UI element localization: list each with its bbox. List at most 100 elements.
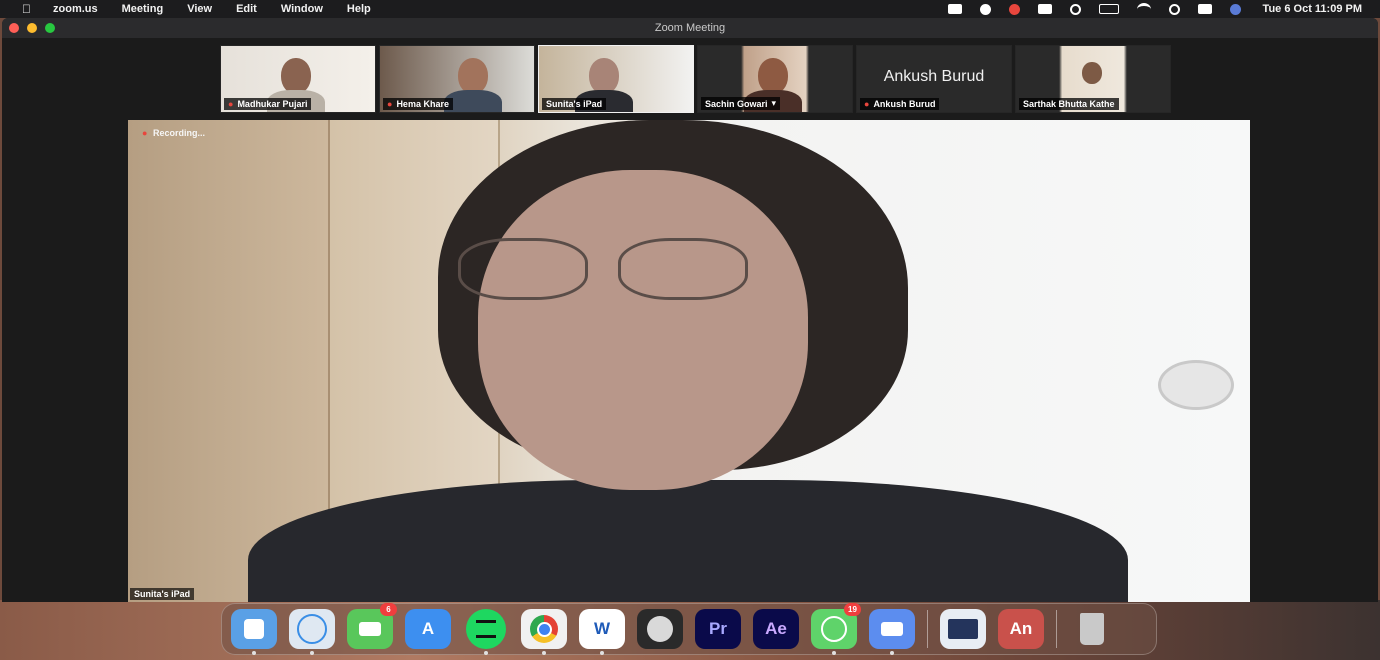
running-indicator xyxy=(542,651,546,655)
menu-help[interactable]: Help xyxy=(347,3,371,15)
control-center-icon[interactable] xyxy=(1197,4,1212,14)
disk-icon xyxy=(647,616,673,642)
control-icon[interactable] xyxy=(1069,3,1081,15)
dock-preview-icon[interactable] xyxy=(940,609,986,649)
recording-dot-icon: ● xyxy=(142,128,148,138)
finder-face-icon xyxy=(244,619,264,639)
zoom-camera-icon xyxy=(881,622,903,636)
muted-mic-icon: ● xyxy=(228,99,234,109)
dock-trash-icon[interactable] xyxy=(1069,609,1115,649)
participant-nameplate: ● Madhukar Pujari xyxy=(224,98,312,110)
running-indicator xyxy=(890,651,894,655)
dock-after-effects-icon[interactable]: Ae xyxy=(753,609,799,649)
wifi-icon[interactable] xyxy=(1136,2,1151,16)
battery-icon[interactable] xyxy=(1098,4,1119,14)
participant-nameplate: Sunita's iPad xyxy=(542,98,607,110)
trash-can-icon xyxy=(1080,613,1104,645)
chrome-center-icon xyxy=(536,621,552,637)
participant-nameplate: ● Hema Khare xyxy=(383,98,453,110)
participant-options-icon[interactable]: ▾ xyxy=(772,98,777,109)
participant-video xyxy=(589,58,619,94)
participant-video xyxy=(458,58,488,94)
dock-acrobat-icon[interactable]: An xyxy=(998,609,1044,649)
participant-video xyxy=(1082,62,1102,84)
dock-spotify-icon[interactable] xyxy=(466,609,506,655)
compass-icon xyxy=(297,614,327,644)
menu-app-name[interactable]: zoom.us xyxy=(53,3,98,15)
menu-window[interactable]: Window xyxy=(281,3,323,15)
word-glyph: W xyxy=(593,619,611,638)
glasses-lens xyxy=(458,238,588,300)
video-camera-icon xyxy=(359,622,381,636)
premiere-glyph: Pr xyxy=(709,619,727,638)
running-indicator xyxy=(600,651,604,655)
dock-word-icon[interactable]: W xyxy=(579,609,625,655)
zoom-meeting-window: Zoom Meeting ● Madhukar Pujari ● Hema Kh… xyxy=(2,18,1378,602)
participant-name: Madhukar Pujari xyxy=(237,99,308,109)
speaker-glasses xyxy=(458,238,778,300)
participant-nameplate: ● Ankush Burud xyxy=(860,98,940,110)
participant-tile-madhukar[interactable]: ● Madhukar Pujari xyxy=(220,45,376,113)
participant-tile-sachin[interactable]: Sachin Gowari ▾ xyxy=(697,45,853,113)
menu-meeting[interactable]: Meeting xyxy=(122,3,164,15)
record-icon[interactable] xyxy=(1008,3,1020,15)
menu-clock[interactable]: Tue 6 Oct 11:09 PM xyxy=(1263,3,1362,15)
running-indicator xyxy=(252,651,256,655)
dock-chrome-icon[interactable] xyxy=(521,609,567,655)
dock-finder-icon[interactable] xyxy=(231,609,277,655)
fullscreen-window-button[interactable] xyxy=(45,23,55,33)
participant-video xyxy=(758,58,788,94)
zoom-status-icon[interactable] xyxy=(947,4,962,14)
dock-app-store-icon[interactable]: A xyxy=(405,609,451,649)
search-icon[interactable] xyxy=(1168,3,1180,15)
chat-icon[interactable] xyxy=(1037,4,1052,14)
running-indicator xyxy=(832,651,836,655)
recording-indicator[interactable]: ● Recording... xyxy=(142,128,205,138)
participant-tile-sarthak[interactable]: Sarthak Bhutta Kathe xyxy=(1015,45,1171,113)
app-store-glyph: A xyxy=(421,619,435,638)
dock-whatsapp-icon[interactable]: 19 xyxy=(811,603,861,655)
menu-bar:  zoom.us Meeting View Edit Window Help … xyxy=(0,0,1380,18)
preview-screen-icon xyxy=(948,619,978,639)
glasses-lens xyxy=(618,238,748,300)
participant-display-name: Ankush Burud xyxy=(883,68,985,85)
spotify-waves-icon xyxy=(476,620,496,638)
dock-separator xyxy=(1056,610,1057,648)
siri-icon[interactable] xyxy=(1229,3,1241,15)
menu-view[interactable]: View xyxy=(187,3,212,15)
dock-safari-icon[interactable] xyxy=(289,609,335,655)
dock-disk-utility-icon[interactable] xyxy=(637,609,683,649)
menu-bar-status-area: Tue 6 Oct 11:09 PM xyxy=(930,2,1362,16)
wall-clock xyxy=(1158,360,1234,410)
window-title: Zoom Meeting xyxy=(654,22,726,34)
window-titlebar[interactable]: Zoom Meeting xyxy=(2,18,1378,38)
participant-tile-hema[interactable]: ● Hema Khare xyxy=(379,45,535,113)
acrobat-glyph: An xyxy=(1009,619,1033,638)
speaker-torso xyxy=(248,480,1128,602)
participant-nameplate: Sachin Gowari ▾ xyxy=(701,97,781,110)
participant-nameplate: Sarthak Bhutta Kathe xyxy=(1019,98,1119,110)
participant-tile-ankush[interactable]: Ankush Burud ● Ankush Burud xyxy=(856,45,1012,113)
participant-name: Ankush Burud xyxy=(873,99,936,109)
participant-name: Sunita's iPad xyxy=(546,99,603,109)
window-controls xyxy=(9,23,63,33)
participant-tile-sunita-ipad[interactable]: Sunita's iPad xyxy=(538,45,694,113)
apple-icon[interactable]:  xyxy=(22,2,31,16)
speaker-face xyxy=(478,170,808,490)
dock-facetime-icon[interactable]: 6 xyxy=(347,603,397,649)
menu-edit[interactable]: Edit xyxy=(236,3,257,15)
participant-name: Sarthak Bhutta Kathe xyxy=(1023,99,1115,109)
speaker-nameplate: Sunita's iPad xyxy=(130,588,195,600)
after-effects-glyph: Ae xyxy=(765,619,787,638)
participant-video xyxy=(281,58,311,94)
close-window-button[interactable] xyxy=(9,23,19,33)
dock-separator xyxy=(927,610,928,648)
active-speaker-video[interactable]: ● Recording... Sunita's iPad xyxy=(128,120,1250,602)
face-icon[interactable] xyxy=(979,3,991,15)
participant-name: Sachin Gowari xyxy=(705,98,768,109)
dock-zoom-icon[interactable] xyxy=(869,609,915,655)
whatsapp-phone-icon xyxy=(821,616,847,642)
dock-premiere-pro-icon[interactable]: Pr xyxy=(695,609,741,649)
muted-mic-icon: ● xyxy=(387,99,393,109)
minimize-window-button[interactable] xyxy=(27,23,37,33)
